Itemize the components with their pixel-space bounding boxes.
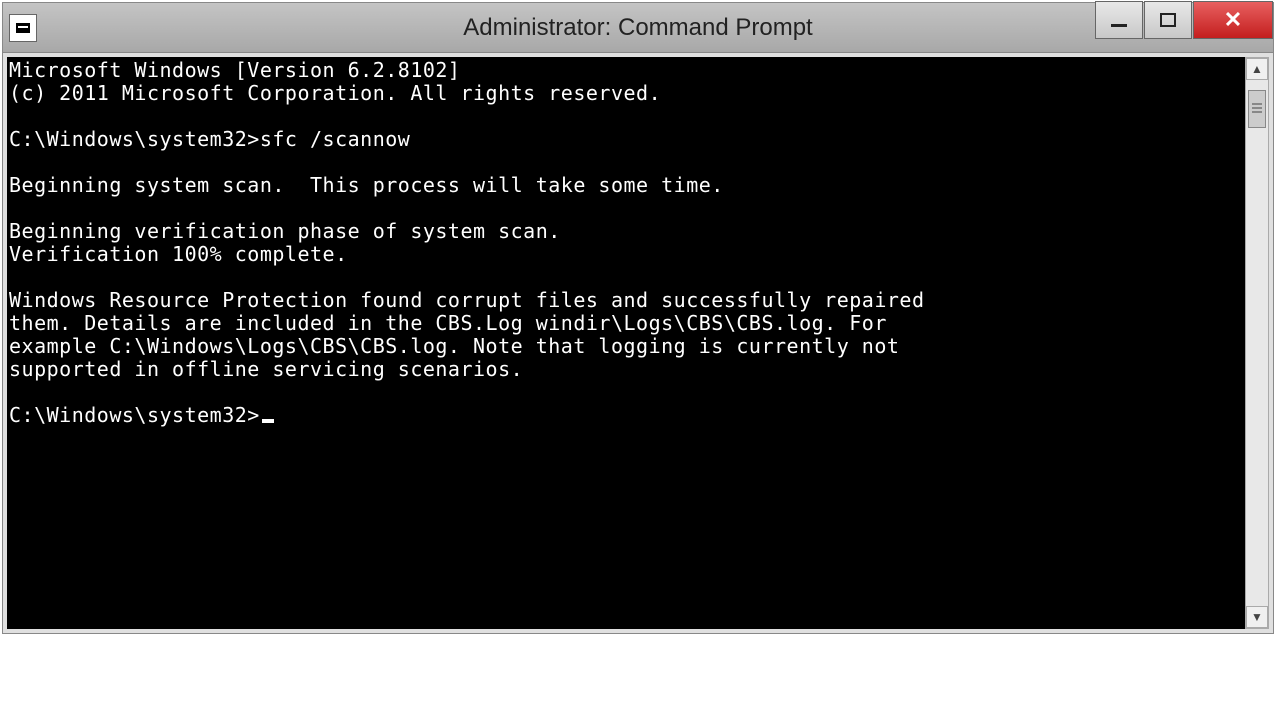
close-icon: ✕ [1224,7,1242,33]
terminal-line: Microsoft Windows [Version 6.2.8102] [9,59,1243,82]
scrollbar-track[interactable] [1246,80,1268,606]
terminal-line [9,105,1243,128]
minimize-icon [1111,24,1127,27]
terminal-line: example C:\Windows\Logs\CBS\CBS.log. Not… [9,335,1243,358]
terminal-line [9,381,1243,404]
terminal-output[interactable]: Microsoft Windows [Version 6.2.8102](c) … [7,57,1245,629]
terminal-prompt[interactable]: C:\Windows\system32> [9,404,1243,427]
terminal-line: Beginning system scan. This process will… [9,174,1243,197]
terminal-line [9,197,1243,220]
command-prompt-window: Administrator: Command Prompt ✕ Microsof… [2,2,1274,634]
scroll-up-button[interactable]: ▲ [1246,58,1268,80]
terminal-line: Beginning verification phase of system s… [9,220,1243,243]
terminal-line: Verification 100% complete. [9,243,1243,266]
terminal-line: Windows Resource Protection found corrup… [9,289,1243,312]
terminal-line: C:\Windows\system32>sfc /scannow [9,128,1243,151]
window-title: Administrator: Command Prompt [463,14,812,42]
client-area: Microsoft Windows [Version 6.2.8102](c) … [3,53,1273,633]
maximize-button[interactable] [1144,1,1192,39]
chevron-up-icon: ▲ [1251,62,1263,76]
minimize-button[interactable] [1095,1,1143,39]
scroll-down-button[interactable]: ▼ [1246,606,1268,628]
titlebar[interactable]: Administrator: Command Prompt ✕ [3,3,1273,53]
maximize-icon [1160,13,1176,27]
window-buttons: ✕ [1094,1,1273,41]
terminal-line [9,266,1243,289]
terminal-line: supported in offline servicing scenarios… [9,358,1243,381]
close-button[interactable]: ✕ [1193,1,1273,39]
system-menu-icon[interactable] [9,14,37,42]
vertical-scrollbar[interactable]: ▲ ▼ [1245,57,1269,629]
terminal-line [9,151,1243,174]
terminal-line: them. Details are included in the CBS.Lo… [9,312,1243,335]
scrollbar-thumb[interactable] [1248,90,1266,128]
cursor [262,419,274,423]
terminal-line: (c) 2011 Microsoft Corporation. All righ… [9,82,1243,105]
chevron-down-icon: ▼ [1251,610,1263,624]
